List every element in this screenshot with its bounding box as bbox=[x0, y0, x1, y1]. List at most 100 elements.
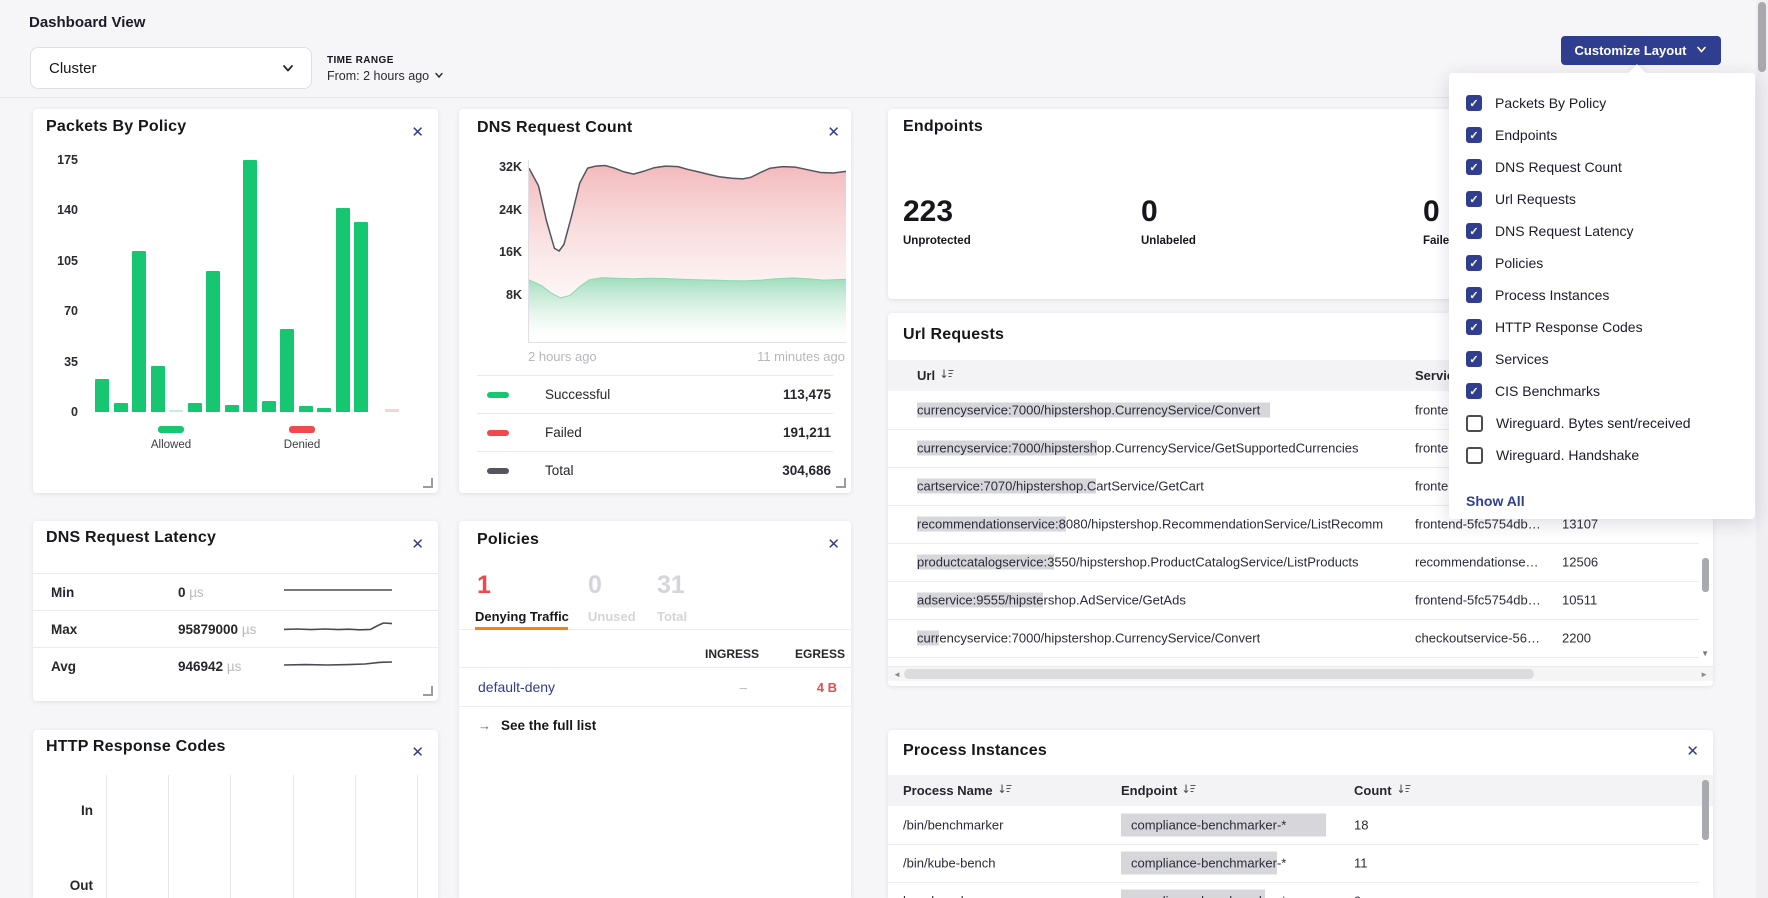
resize-handle[interactable] bbox=[423, 686, 433, 696]
checkbox-checked-icon[interactable]: ✓ bbox=[1466, 383, 1482, 399]
time-range-control[interactable]: From: 2 hours ago bbox=[327, 69, 444, 83]
menu-item-label: Wireguard. Handshake bbox=[1496, 447, 1639, 463]
see-full-list-label: See the full list bbox=[501, 718, 596, 733]
legend-swatch bbox=[487, 392, 509, 398]
close-icon[interactable]: ✕ bbox=[411, 537, 424, 552]
url-request-row[interactable]: productcatalogservice:3550/hipstershop.P… bbox=[888, 543, 1699, 582]
allowed-bar bbox=[336, 208, 350, 413]
endpoint-column-label: Endpoint bbox=[1121, 783, 1177, 798]
menu-item-process-instances[interactable]: ✓ Process Instances bbox=[1449, 279, 1755, 311]
url-request-row[interactable]: currencyservice:7000/hipstershop.Currenc… bbox=[888, 619, 1699, 658]
y-tick-label: 16K bbox=[499, 245, 522, 259]
menu-item-packets-by-policy[interactable]: ✓Packets By Policy bbox=[1449, 87, 1755, 119]
count-cell: 18 bbox=[1354, 818, 1368, 833]
arrow-right-icon: → bbox=[478, 718, 491, 733]
checkbox-checked-icon[interactable]: ✓ bbox=[1466, 223, 1482, 239]
process-instance-row[interactable]: /bin/kube-benchcompliance-benchmarker-*1… bbox=[888, 844, 1699, 883]
checkbox-checked-icon[interactable]: ✓ bbox=[1466, 95, 1482, 111]
dns-legend: Successful113,475Failed191,211Total304,6… bbox=[477, 375, 833, 489]
menu-item-wireguard-handshake[interactable]: Wireguard. Handshake bbox=[1449, 439, 1755, 471]
checkbox-checked-icon[interactable]: ✓ bbox=[1466, 191, 1482, 207]
close-icon[interactable]: ✕ bbox=[411, 125, 424, 140]
service-cell: recommendationse… bbox=[1415, 555, 1550, 570]
legend-label: Total bbox=[545, 463, 574, 478]
menu-item-label: Process Instances bbox=[1495, 287, 1609, 303]
page-scrollbar[interactable] bbox=[1756, 0, 1768, 898]
menu-item-endpoints[interactable]: ✓Endpoints bbox=[1449, 119, 1755, 151]
time-range-value: From: 2 hours ago bbox=[327, 69, 429, 83]
scroll-down-arrow-icon[interactable]: ▼ bbox=[1701, 649, 1709, 658]
y-tick-label: 8K bbox=[506, 288, 522, 302]
menu-item-url-requests[interactable]: ✓ Url Requests bbox=[1449, 183, 1755, 215]
url-column-label: Url bbox=[917, 368, 935, 383]
dns-y-axis: 32K24K16K8K bbox=[482, 167, 522, 353]
menu-item-dns-request-count[interactable]: ✓DNS Request Count bbox=[1449, 151, 1755, 183]
checkbox-unchecked-icon[interactable] bbox=[1466, 447, 1483, 464]
resize-handle[interactable] bbox=[836, 478, 846, 488]
denying-traffic-tab[interactable]: Denying Traffic bbox=[475, 609, 569, 624]
menu-item-wireguard-bytes-sent-received[interactable]: Wireguard. Bytes sent/received bbox=[1449, 407, 1755, 439]
menu-item-services[interactable]: ✓Services bbox=[1449, 343, 1755, 375]
total-value: 31 bbox=[657, 571, 685, 600]
menu-item-policies[interactable]: ✓Policies bbox=[1449, 247, 1755, 279]
chevron-down-icon bbox=[434, 69, 444, 83]
vertical-scrollbar-thumb[interactable] bbox=[1702, 780, 1709, 840]
allowed-bar bbox=[132, 251, 146, 412]
count-column-header[interactable]: Count bbox=[1354, 775, 1411, 806]
close-icon[interactable]: ✕ bbox=[411, 745, 424, 760]
horizontal-scrollbar[interactable]: ◄ ► bbox=[888, 666, 1713, 681]
card-http-response-codes: HTTP Response Codes ✕ In Out bbox=[33, 730, 438, 898]
menu-item-dns-request-latency[interactable]: ✓DNS Request Latency bbox=[1449, 215, 1755, 247]
view-selector[interactable]: Cluster bbox=[30, 47, 312, 89]
count-cell: 11 bbox=[1354, 856, 1368, 871]
url-cell: currencyservice:7000/hipstershop.Currenc… bbox=[917, 403, 1270, 418]
packets-y-axis: 17514010570350 bbox=[43, 160, 78, 412]
vertical-scrollbar-thumb[interactable] bbox=[1702, 558, 1709, 592]
horizontal-scrollbar-thumb[interactable] bbox=[904, 669, 1534, 679]
checkbox-checked-icon[interactable]: ✓ bbox=[1466, 127, 1482, 143]
show-all-link[interactable]: Show All bbox=[1466, 493, 1525, 509]
endpoint-highlight: compliance-benchmark bbox=[1121, 890, 1265, 898]
checkbox-checked-icon[interactable]: ✓ bbox=[1466, 255, 1482, 271]
checkbox-checked-icon[interactable]: ✓ bbox=[1466, 351, 1482, 367]
checkbox-unchecked-icon[interactable] bbox=[1466, 415, 1483, 432]
close-icon[interactable]: ✕ bbox=[1686, 744, 1699, 759]
process-instance-row[interactable]: /bin/benchmarkercompliance-benchmarker-*… bbox=[888, 806, 1699, 845]
unused-tab[interactable]: Unused bbox=[588, 609, 636, 624]
latency-unit: µs bbox=[186, 585, 204, 600]
y-tick-label: 0 bbox=[71, 405, 78, 419]
url-column-header[interactable]: Url bbox=[917, 360, 954, 391]
process-instance-row[interactable]: benchmarkercompliance-benchmarker-*9 bbox=[888, 882, 1699, 898]
scroll-right-arrow-icon[interactable]: ► bbox=[1700, 670, 1708, 679]
checkbox-checked-icon[interactable]: ✓ bbox=[1466, 319, 1482, 335]
endpoint-column-header[interactable]: Endpoint bbox=[1121, 775, 1196, 806]
menu-item-cis-benchmarks[interactable]: ✓CIS Benchmarks bbox=[1449, 375, 1755, 407]
scroll-left-arrow-icon[interactable]: ◄ bbox=[893, 670, 901, 679]
checkbox-checked-icon[interactable]: ✓ bbox=[1466, 287, 1482, 303]
process-name-column-label: Process Name bbox=[903, 783, 993, 798]
checkbox-checked-icon[interactable]: ✓ bbox=[1466, 159, 1482, 175]
url-request-row[interactable]: adservice:9555/hipstershop.AdService/Get… bbox=[888, 581, 1699, 620]
card-packets-by-policy: Packets By Policy ✕ 17514010570350 Allow… bbox=[33, 109, 438, 493]
process-name-column-header[interactable]: Process Name bbox=[903, 775, 1012, 806]
service-cell: checkoutservice-56… bbox=[1415, 631, 1550, 646]
customize-layout-button[interactable]: Customize Layout bbox=[1561, 36, 1721, 65]
legend-value: 113,475 bbox=[783, 387, 831, 402]
endpoint-cell: compliance-benchmarker-* bbox=[1131, 894, 1286, 898]
resize-handle[interactable] bbox=[423, 478, 433, 488]
url-highlight: productcatalogservice:3 bbox=[917, 555, 1054, 570]
y-tick-label: 175 bbox=[57, 153, 78, 167]
close-icon[interactable]: ✕ bbox=[827, 537, 840, 552]
total-tab[interactable]: Total bbox=[657, 609, 687, 624]
menu-item-http-response-codes[interactable]: ✓HTTP Response Codes bbox=[1449, 311, 1755, 343]
count-cell: 12506 bbox=[1562, 555, 1598, 570]
gridline bbox=[106, 775, 107, 898]
page-scrollbar-thumb[interactable] bbox=[1758, 2, 1766, 72]
policy-link-default-deny[interactable]: default-deny bbox=[478, 679, 555, 695]
latency-label: Min bbox=[51, 585, 121, 600]
see-full-list-link[interactable]: → See the full list bbox=[478, 718, 596, 733]
allowed-bar bbox=[262, 401, 276, 413]
menu-item-label: Url Requests bbox=[1495, 191, 1576, 207]
close-icon[interactable]: ✕ bbox=[827, 125, 840, 140]
endpoints-unprotected-label: Unprotected bbox=[903, 235, 971, 247]
